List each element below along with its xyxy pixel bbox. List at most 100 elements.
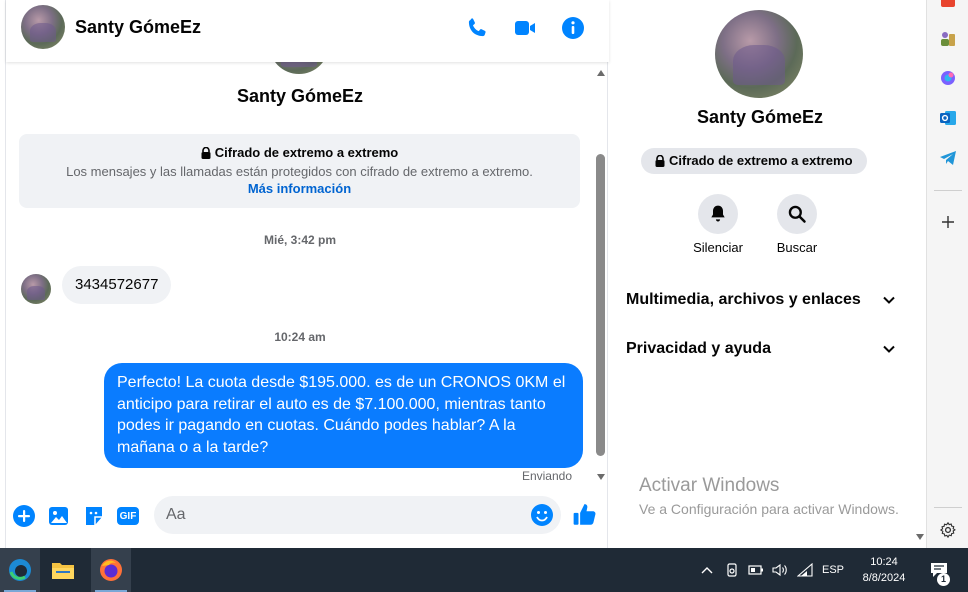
emoji-icon[interactable]	[530, 503, 554, 527]
lock-icon	[201, 146, 211, 159]
mute-label: Silenciar	[693, 240, 743, 255]
mute-button[interactable]: Silenciar	[678, 194, 758, 255]
phone-icon	[468, 18, 486, 37]
intro-avatar	[269, 62, 329, 74]
video-call-button[interactable]	[510, 13, 540, 43]
action-center-button[interactable]: 1	[924, 548, 954, 592]
taskbar-clock[interactable]: 10:24 8/8/2024	[858, 554, 910, 586]
tray-network-button[interactable]	[795, 548, 815, 592]
scrollbar-thumb[interactable]	[596, 154, 605, 456]
outgoing-message[interactable]: Perfecto! La cuota desde $195.000. es de…	[104, 363, 583, 468]
scroll-up-arrow-icon[interactable]	[597, 70, 605, 76]
taskbar-firefox[interactable]	[91, 548, 131, 592]
sidebar-settings-button[interactable]	[938, 520, 958, 540]
encryption-notice-title: Cifrado de extremo a extremo	[19, 145, 580, 160]
message-list[interactable]: Santy GómeEz Cifrado de extremo a extrem…	[6, 62, 609, 486]
conversation-info-panel: Santy GómeEz Cifrado de extremo a extrem…	[610, 0, 924, 548]
tray-language-button[interactable]: ESP	[818, 548, 848, 592]
attach-photo-button[interactable]	[47, 504, 71, 528]
learn-more-link[interactable]: Más información	[19, 181, 580, 196]
taskbar-edge[interactable]	[0, 548, 40, 592]
shopping-icon[interactable]	[938, 0, 958, 10]
games-icon[interactable]	[938, 29, 958, 49]
encryption-title-text: Cifrado de extremo a extremo	[214, 145, 399, 160]
sidebar-divider	[934, 190, 962, 191]
intro-contact-name: Santy GómeEz	[236, 86, 364, 106]
telegram-icon[interactable]	[938, 148, 958, 168]
profile-avatar[interactable]	[715, 10, 803, 98]
gear-icon	[939, 521, 956, 539]
activate-windows-watermark: Activar Windows Ve a Configuración para …	[639, 475, 899, 517]
voice-call-button[interactable]	[462, 13, 492, 43]
search-icon	[788, 205, 806, 223]
message-input[interactable]	[166, 496, 516, 534]
windows-taskbar: ESP 10:24 8/8/2024 1	[0, 548, 968, 592]
folder-icon	[52, 563, 74, 579]
sticker-button[interactable]	[82, 504, 106, 528]
gif-label: GIF	[119, 510, 137, 522]
incoming-message[interactable]: 3434572677	[62, 266, 172, 304]
search-label: Buscar	[776, 240, 818, 255]
wifi-icon	[797, 563, 813, 577]
composer: GIF	[6, 486, 609, 548]
clock-time: 10:24	[870, 556, 898, 568]
contact-avatar[interactable]	[21, 5, 65, 49]
copilot-icon[interactable]	[938, 68, 958, 88]
tray-volume-button[interactable]	[770, 548, 790, 592]
tray-battery-button[interactable]	[746, 548, 766, 592]
chat-panel: Santy GómeEz Santy GómeEz Cifrado de ext…	[5, 0, 609, 548]
plus-icon	[942, 216, 954, 228]
battery-icon	[748, 565, 763, 575]
chat-scrollbar[interactable]	[596, 70, 606, 480]
firefox-icon	[100, 559, 122, 581]
device-icon	[727, 563, 737, 577]
speaker-icon	[772, 563, 787, 577]
encryption-badge-label: Cifrado de extremo a extremo	[669, 153, 853, 168]
info-icon	[562, 17, 584, 39]
message-status: Enviando	[521, 469, 572, 483]
encryption-notice: Cifrado de extremo a extremo Los mensaje…	[19, 134, 580, 208]
encryption-badge[interactable]: Cifrado de extremo a extremo	[641, 148, 867, 174]
lock-icon	[655, 155, 665, 167]
add-sidebar-app-button[interactable]	[938, 212, 958, 232]
chat-header: Santy GómeEz	[6, 0, 609, 62]
show-hidden-icons-button[interactable]	[698, 548, 716, 592]
section-title: Multimedia, archivos y enlaces	[626, 291, 861, 308]
message-timestamp: Mié, 3:42 pm	[263, 233, 337, 247]
section-title: Privacidad y ayuda	[626, 340, 771, 357]
sidebar-divider	[934, 507, 962, 508]
search-button[interactable]: Buscar	[757, 194, 837, 255]
media-files-links-section[interactable]: Multimedia, archivos y enlaces	[626, 285, 896, 315]
mute-circle	[698, 194, 738, 234]
bell-icon	[711, 205, 725, 222]
plus-circle-icon	[13, 505, 35, 527]
sender-avatar[interactable]	[21, 274, 51, 304]
search-circle	[777, 194, 817, 234]
message-timestamp: 10:24 am	[274, 330, 326, 344]
chevron-up-icon	[701, 567, 713, 574]
message-input-container[interactable]	[154, 496, 561, 534]
gallery-icon	[49, 507, 68, 525]
video-camera-icon	[515, 21, 535, 35]
tray-device-button[interactable]	[722, 548, 742, 592]
outlook-icon[interactable]	[938, 108, 958, 128]
more-actions-button[interactable]	[12, 504, 36, 528]
thumbs-up-icon	[573, 504, 596, 525]
sticker-icon	[86, 507, 102, 525]
scroll-down-arrow-icon[interactable]	[597, 474, 605, 480]
contact-name[interactable]: Santy GómeEz	[75, 17, 201, 38]
notification-count-badge: 1	[937, 573, 950, 586]
like-button[interactable]	[572, 502, 598, 528]
chevron-down-icon	[883, 345, 895, 353]
privacy-help-section[interactable]: Privacidad y ayuda	[626, 334, 896, 364]
watermark-subtitle: Ve a Configuración para activar Windows.	[639, 501, 899, 517]
encryption-notice-text: Los mensajes y las llamadas están proteg…	[66, 164, 533, 179]
gif-button[interactable]: GIF	[116, 504, 140, 528]
browser-sidebar	[926, 0, 968, 548]
taskbar-file-explorer[interactable]	[43, 548, 83, 592]
conversation-info-button[interactable]	[558, 13, 588, 43]
scroll-down-arrow-icon[interactable]	[916, 534, 924, 540]
profile-name[interactable]: Santy GómeEz	[610, 107, 910, 128]
clock-date: 8/8/2024	[862, 572, 906, 584]
info-panel-scrollbar[interactable]	[914, 0, 925, 548]
